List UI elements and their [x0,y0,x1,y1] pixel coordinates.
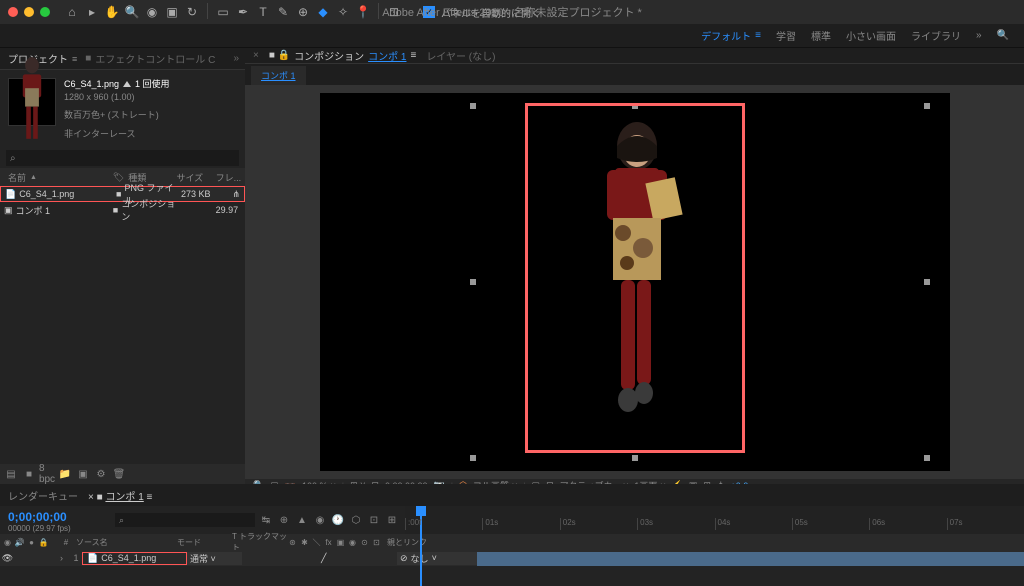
composition-panel: × ■ 🔒 コンポジション コンポ 1 ≡ レイヤー (なし) コンポ 1 [245,48,1024,484]
asset-info: C6_S4_1.png 1 回使用 1280 x 960 (1.00) 数百万色… [0,70,245,148]
figure-image [565,118,705,448]
selection-handle[interactable] [632,455,638,461]
tl-ctrl-icon[interactable]: ▲ [295,513,309,527]
tl-ctrl-icon[interactable]: ⊞ [385,513,399,527]
toolbar: ⌂ ▸ ✋ 🔍 ◉ ▣ ↻ ▭ ✒ T ✎ ⊕ ◆ ✧ 📍 ⊡ [63,3,403,21]
home-icon[interactable]: ⌂ [63,3,81,21]
selection-handle[interactable] [924,103,930,109]
time-ruler[interactable]: :00f 01s 02s 03s 04s 05s 06s 07s [405,506,1024,534]
panel-more-icon[interactable]: » [233,53,245,64]
timeline-comp-tab[interactable]: × ■ コンポ 1 ≡ [88,488,152,503]
col-size[interactable]: サイズ [176,171,215,184]
brush-tool-icon[interactable]: ✎ [274,3,292,21]
flow-icon: ⋔ [232,189,244,200]
mode-col[interactable]: モード [177,537,232,548]
adjust-icon[interactable]: ⚙ [94,467,108,481]
puppet-tool-icon[interactable]: 📍 [354,3,372,21]
new-folder-icon[interactable]: 📁 [58,467,72,481]
bpc-button[interactable]: 8 bpc [40,467,54,481]
col-fps[interactable]: フレ... [216,171,245,184]
timeline-search-input[interactable] [115,513,255,527]
new-comp-icon[interactable]: ▣ [76,467,90,481]
delete-icon[interactable]: 🗑 [112,467,126,481]
selection-handle[interactable] [470,455,476,461]
selection-handle[interactable] [470,103,476,109]
hand-tool-icon[interactable]: ✋ [103,3,121,21]
maximize-button[interactable] [40,7,50,17]
selection-tool-icon[interactable]: ▸ [83,3,101,21]
layer-header: ◉ 🔊 ● 🔒 # ソース名 モード T トラックマット ⊛✱＼fx▣◉⊙⊡ 親… [0,534,1024,550]
visibility-toggle[interactable]: 👁 [2,553,13,564]
comp-breadcrumb[interactable]: コンポ 1 [251,66,306,85]
workspace-tab-default[interactable]: デフォルト≡ [701,28,761,43]
project-panel: プロジェクト ≡ ■ エフェクトコントロール C » C6_S4_1.png 1… [0,48,245,484]
project-footer: ▤ ■ 8 bpc 📁 ▣ ⚙ 🗑 [0,464,245,484]
shape-tool-icon[interactable]: ▭ [214,3,232,21]
workspace-bar: デフォルト≡ 学習 標準 小さい画面 ライブラリ » 🔍 [0,24,1024,48]
app-title: Adobe After Effects 2020 - 名称未設定プロジェクト * [382,4,642,20]
canvas[interactable] [320,93,950,471]
vis-col-icon[interactable]: ◉ [2,537,13,548]
project-search-input[interactable] [6,150,239,166]
layer-num-col[interactable]: # [60,538,72,547]
orbit-tool-icon[interactable]: ◉ [143,3,161,21]
workspace-more-icon[interactable]: » [976,30,982,41]
view-mode-icon[interactable]: ▤ [4,467,18,481]
workspace-tab-small[interactable]: 小さい画面 [846,28,896,43]
text-tool-icon[interactable]: T [254,3,272,21]
timeline-panel: レンダーキュー × ■ コンポ 1 ≡ 0;00;00;00 00000 (29… [0,484,1024,586]
tl-ctrl-icon[interactable]: ⬡ [349,513,363,527]
selection-handle[interactable] [924,279,930,285]
workspace-tab-learn[interactable]: 学習 [776,28,796,43]
render-queue-tab[interactable]: レンダーキュー [8,488,78,503]
layer-tab[interactable]: レイヤー (なし) [426,48,495,63]
tl-ctrl-icon[interactable]: ⊡ [367,513,381,527]
parent-col[interactable]: 親とリンク [387,537,467,548]
viewer[interactable] [245,85,1024,479]
selection-handle[interactable] [924,455,930,461]
rotate-tool-icon[interactable]: ↻ [183,3,201,21]
zoom-tool-icon[interactable]: 🔍 [123,3,141,21]
selection-handle[interactable] [470,279,476,285]
layer-row[interactable]: 👁 › 1 📄 C6_S4_1.png 通常 ˅ ╱ ⊘ なし ˅ [0,550,1024,566]
tl-ctrl-icon[interactable]: 🕐 [331,513,345,527]
tl-ctrl-icon[interactable]: ↹ [259,513,273,527]
close-button[interactable] [8,7,18,17]
tl-ctrl-icon[interactable]: ◉ [313,513,327,527]
eraser-tool-icon[interactable]: ◆ [314,3,332,21]
interpret-icon[interactable]: ■ [22,467,36,481]
lock-col-icon[interactable]: 🔒 [38,537,49,548]
layer-bar[interactable] [477,552,1024,566]
roto-tool-icon[interactable]: ✧ [334,3,352,21]
clone-tool-icon[interactable]: ⊕ [294,3,312,21]
timecode-display[interactable]: 0;00;00;00 00000 (29.97 fps) [0,506,115,534]
effects-tab[interactable]: ■ エフェクトコントロール C [85,51,215,66]
workspace-tab-library[interactable]: ライブラリ [911,28,961,43]
project-row[interactable]: ▣ コンポ 1 ■ コンポジション 29.97 [0,202,245,218]
window-controls [0,7,58,17]
close-tab-icon[interactable]: × [253,50,259,61]
asset-thumbnail[interactable] [8,78,56,126]
pen-tool-icon[interactable]: ✒ [234,3,252,21]
camera-tool-icon[interactable]: ▣ [163,3,181,21]
menubar: ⌂ ▸ ✋ 🔍 ◉ ▣ ↻ ▭ ✒ T ✎ ⊕ ◆ ✧ 📍 ⊡ ✓ パネルを自動… [0,0,1024,24]
tl-ctrl-icon[interactable]: ⊕ [277,513,291,527]
workspace-tab-standard[interactable]: 標準 [811,28,831,43]
source-col[interactable]: ソース名 [72,537,177,548]
audio-col-icon[interactable]: 🔊 [14,537,25,548]
col-name[interactable]: 名前 ▲ [0,171,113,184]
minimize-button[interactable] [24,7,34,17]
search-icon[interactable]: 🔍 [997,30,1009,41]
